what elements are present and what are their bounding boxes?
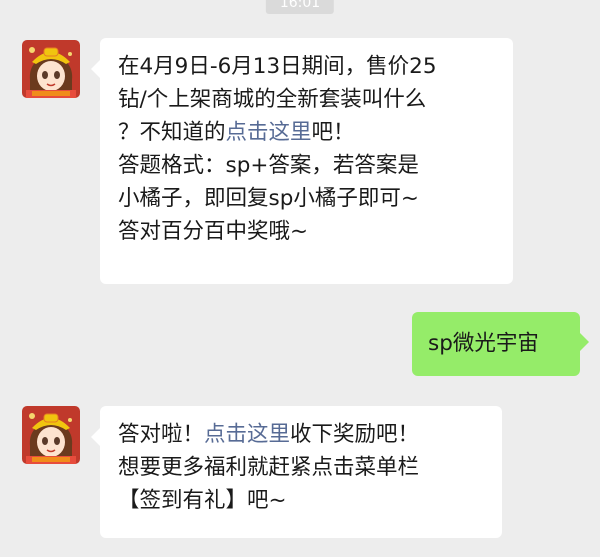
message-bubble-incoming: 在4月9日-6月13日期间，售价25 钻/个上架商城的全新套装叫什么 ？不知道的… bbox=[91, 38, 513, 284]
avatar-official-account[interactable] bbox=[22, 406, 80, 464]
message-text: 吧！ bbox=[311, 120, 355, 145]
message-line: 答题格式：sp+答案，若答案是 bbox=[118, 153, 419, 178]
message-bubble-outgoing: sp微光宇宙 bbox=[412, 312, 589, 376]
message-line: 想要更多福利就赶紧点击菜单栏 bbox=[118, 455, 420, 480]
message-line: 答对百分百中奖哦~ bbox=[118, 219, 309, 244]
message-line: 答对啦！点击这里收下奖励吧！ bbox=[118, 418, 488, 451]
message-timestamp: 16:01 bbox=[265, 0, 335, 14]
message-text: ？不知道的 bbox=[118, 120, 226, 145]
message-line: sp微光宇宙 bbox=[428, 331, 539, 356]
game-character-avatar-icon bbox=[22, 40, 80, 98]
game-character-avatar-icon bbox=[22, 406, 80, 464]
message-text: 收下奖励吧！ bbox=[290, 422, 420, 447]
avatar-official-account[interactable] bbox=[22, 40, 80, 98]
message-line: 钻/个上架商城的全新套装叫什么 bbox=[118, 87, 427, 112]
message-bubble-incoming: 答对啦！点击这里收下奖励吧！ 想要更多福利就赶紧点击菜单栏 【签到有礼】吧~ bbox=[91, 406, 502, 538]
click-here-link[interactable]: 点击这里 bbox=[204, 422, 290, 447]
message-line: 【签到有礼】吧~ bbox=[118, 488, 287, 513]
click-here-link[interactable]: 点击这里 bbox=[226, 120, 312, 145]
message-text: 答对啦！ bbox=[118, 422, 205, 447]
message-line: 在4月9日-6月13日期间，售价25 bbox=[118, 54, 437, 79]
message-line: 小橘子，即回复sp小橘子即可~ bbox=[118, 186, 419, 211]
message-line: ？不知道的点击这里吧！ bbox=[118, 116, 499, 149]
